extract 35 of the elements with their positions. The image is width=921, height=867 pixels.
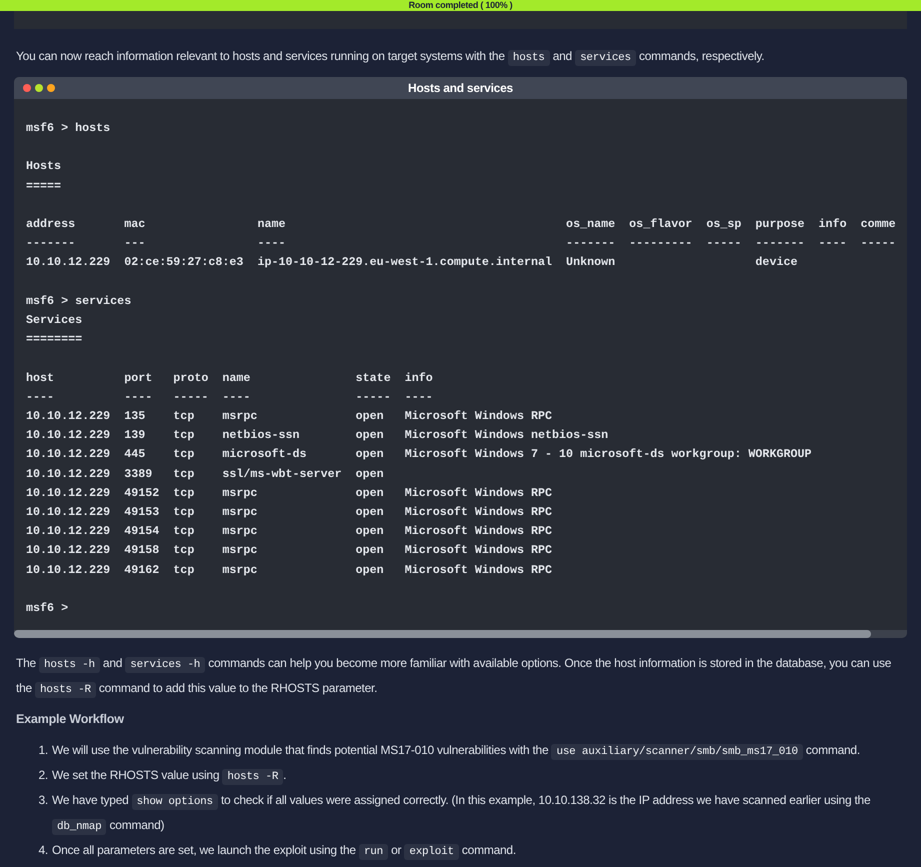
list-number: 2. (37, 767, 48, 784)
list-item-text: Once all parameters are set, we launch the exploit using the run or exploit command. (52, 842, 516, 862)
terminal-line: 10.10.12.229 49158 tcp msrpc open Microsoft Windows RPC (26, 542, 554, 560)
terminal-line: 10.10.12.229 3389 tcp ssl/ms-wbt-server open (26, 466, 385, 483)
list-item-text: We set the RHOSTS value using hosts -R . (52, 767, 286, 788)
terminal-line: ------- --- ---- ------- --------- ----- ------- ---- ----- (26, 235, 897, 252)
terminal-line: 10.10.12.229 139 tcp netbios-ssn open Microsoft Windows netbios-ssn (26, 427, 610, 444)
terminal-line: 10.10.12.229 49154 tcp msrpc open Microsoft Windows RPC (26, 523, 554, 540)
terminal-line: 10.10.12.229 02:ce:59:27:c8:e3 ip-10-10-12-229.eu-west-1.compute.internal Unknown device (26, 254, 799, 272)
terminal-line: ===== (26, 178, 62, 195)
list-item-text: We have typed show options to check if all values were assigned correctly. (In this example, 10.10.138.32 is the IP address we have scanned earlier using the db_nmap command) (52, 792, 872, 838)
terminal-line: address mac name os_name os_flavor os_sp purpose info comme (26, 216, 897, 233)
terminal-line: 10.10.12.229 49152 tcp msrpc open Microsoft Windows RPC (26, 484, 554, 502)
terminal-line: 10.10.12.229 49153 tcp msrpc open Microsoft Windows RPC (26, 504, 554, 521)
terminal-line: host port proto name state info (26, 370, 434, 387)
terminal-line: 10.10.12.229 49162 tcp msrpc open Microsoft Windows RPC (26, 562, 554, 579)
list-item-text: We will use the vulnerability scanning module that finds potential MS17-010 vulnerabilities with the use auxiliary/scanner/smb/smb_ms17_010 command. (52, 742, 860, 762)
terminal-line: Services (26, 312, 84, 329)
list-number: 3. (37, 792, 48, 810)
paragraph: You can now reach information relevant to hosts and services running on target systems with the hosts and services commands, respectively. (15, 48, 766, 68)
terminal-line: ---- ---- ----- ---- ----- ---- (26, 388, 434, 406)
terminal-line: msf6 > hosts (26, 120, 112, 137)
terminal-line: Hosts (26, 158, 62, 176)
section-heading: Example Workflow (15, 711, 125, 728)
terminal-line: ======== (26, 331, 84, 348)
list-number: 1. (37, 742, 48, 760)
terminal-line: 10.10.12.229 135 tcp msrpc open Microsoft Windows RPC (26, 408, 554, 425)
terminal-line: msf6 > services (26, 292, 132, 310)
terminal-line: msf6 > (26, 600, 70, 617)
terminal-line: 10.10.12.229 445 tcp microsoft-ds open Microsoft Windows 7 - 10 microsoft-ds workgroup: WORKGROUP (26, 446, 813, 464)
window-dots-icon (23, 84, 55, 92)
progress-banner: Room completed ( 100% ) (0, 0, 921, 11)
paragraph: The hosts -h and services -h commands can help you become more familiar with available options. Once the host information is stored in the database, you can use the hosts -R command to add this value to the RHOSTS parameter. (15, 655, 892, 700)
terminal-title: Hosts and services (408, 80, 513, 97)
list-number: 4. (37, 842, 48, 860)
